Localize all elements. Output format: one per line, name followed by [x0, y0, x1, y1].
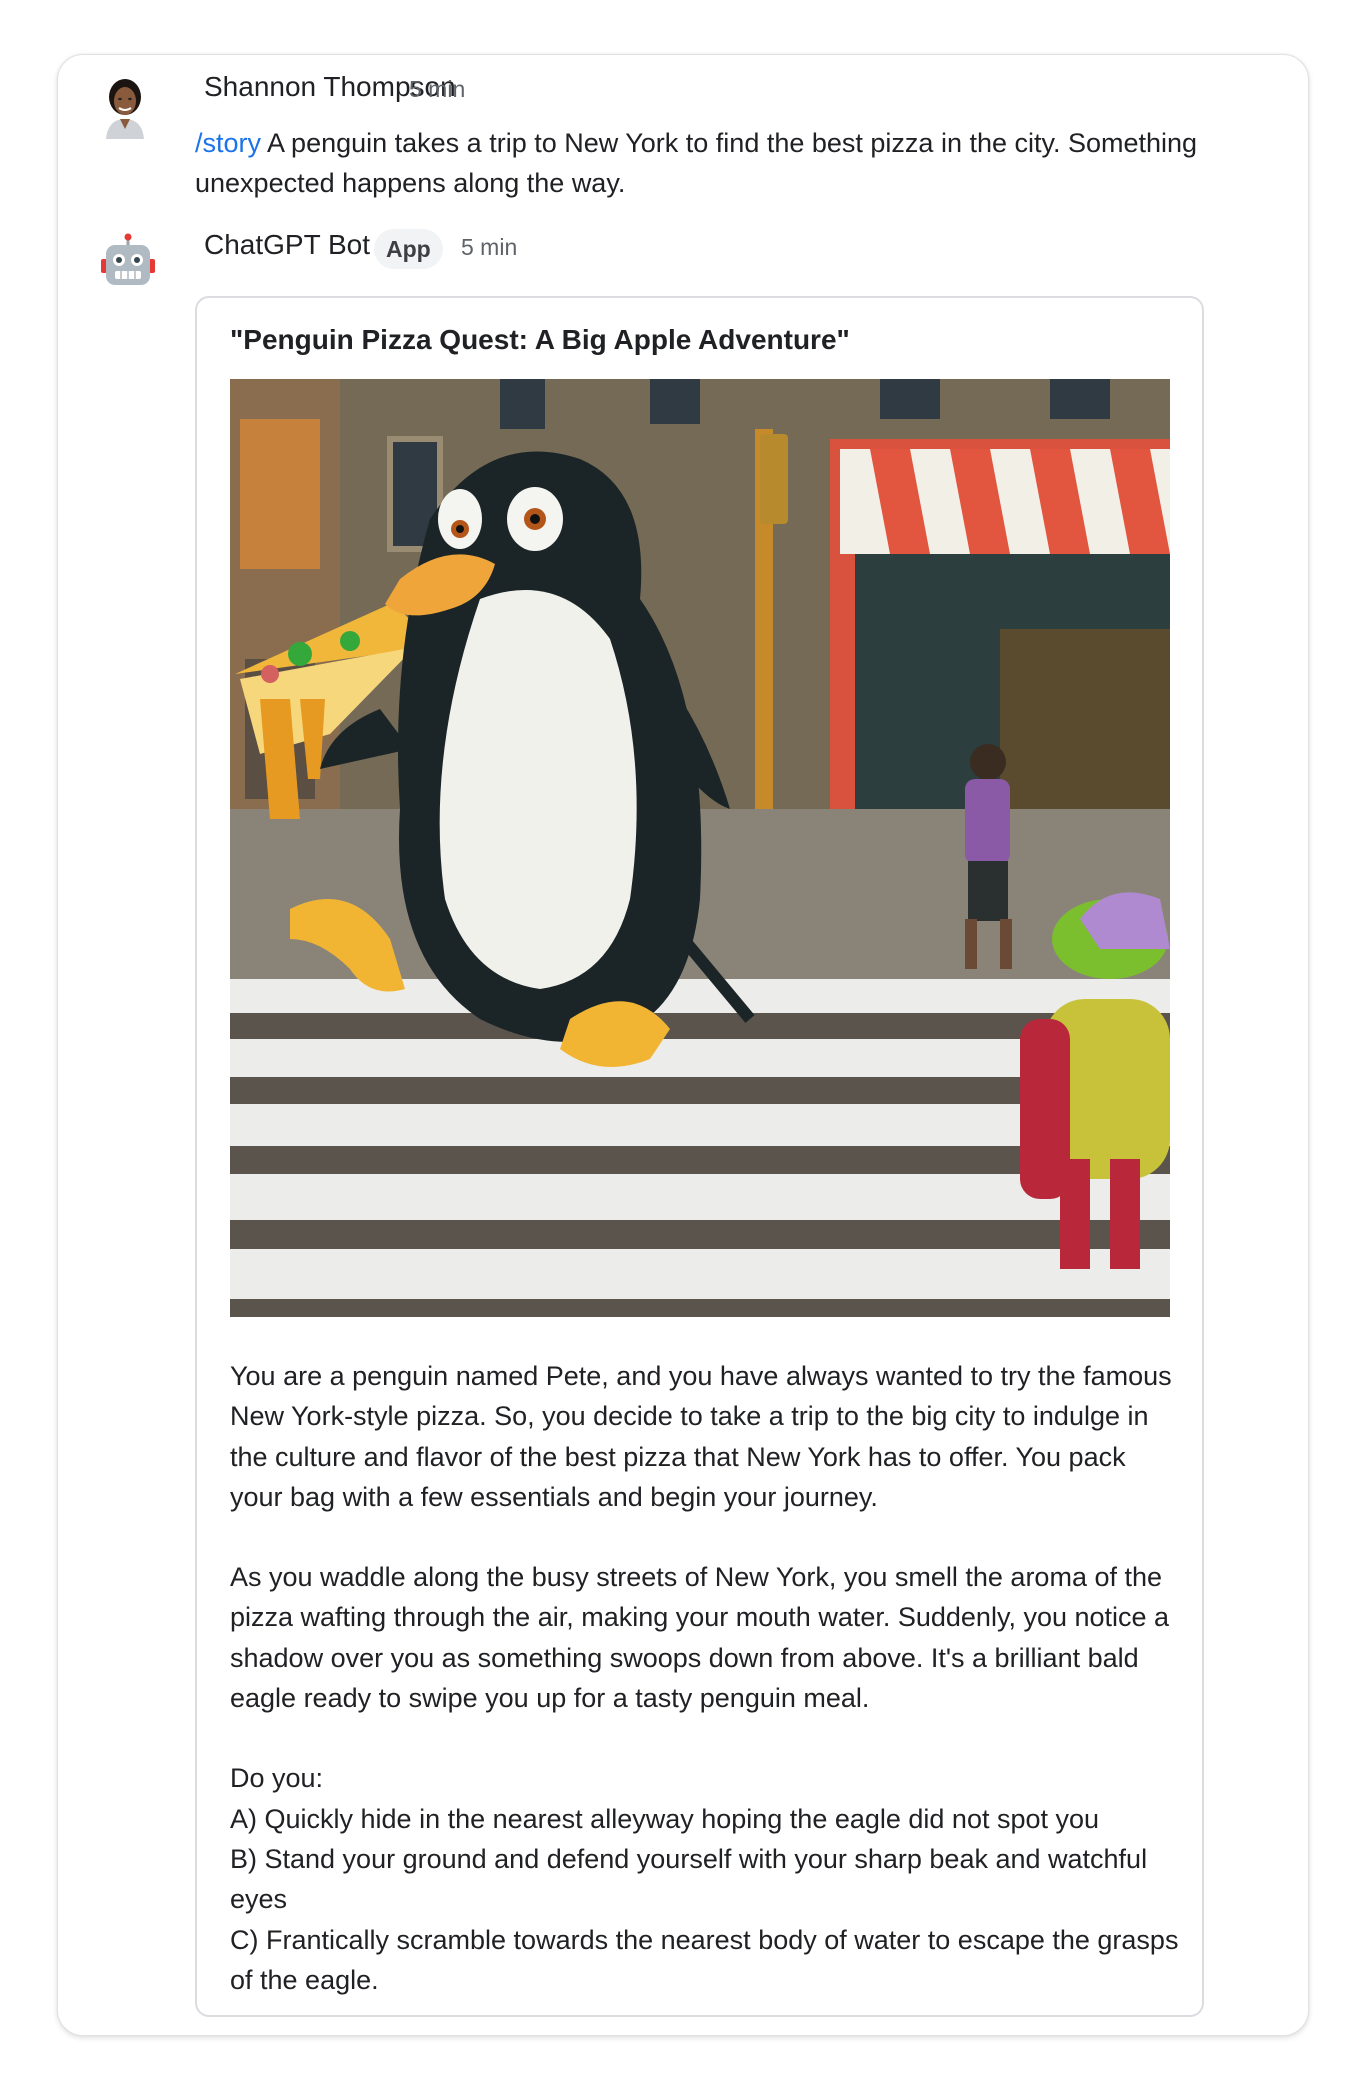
- user-message-text: /story A penguin takes a trip to New Yor…: [195, 123, 1285, 203]
- story-option-b: B) Stand your ground and defend yourself…: [230, 1843, 1148, 1915]
- user-avatar[interactable]: [100, 77, 150, 139]
- bot-name[interactable]: ChatGPT Bot: [204, 229, 370, 261]
- story-paragraph-2: As you waddle along the busy streets of …: [230, 1562, 1170, 1714]
- story-text: You are a penguin named Pete, and you ha…: [230, 1356, 1180, 2000]
- user-message-body: A penguin takes a trip to New York to fi…: [195, 128, 1198, 198]
- story-illustration[interactable]: [230, 379, 1170, 1317]
- robot-icon[interactable]: [98, 233, 158, 293]
- story-title: "Penguin Pizza Quest: A Big Apple Advent…: [230, 324, 850, 355]
- story-prompt: Do you:: [230, 1763, 324, 1794]
- story-option-a: A) Quickly hide in the nearest alleyway …: [230, 1803, 1100, 1834]
- chat-thread: Shannon Thompson 5 min /story A penguin …: [57, 54, 1309, 2036]
- bot-message-time: 5 min: [461, 234, 518, 260]
- slash-command: /story: [195, 128, 262, 158]
- story-option-c: C) Frantically scramble towards the near…: [230, 1924, 1179, 1995]
- app-badge: App: [374, 229, 443, 269]
- user-message-time: 5 min: [409, 76, 466, 102]
- story-paragraph-1: You are a penguin named Pete, and you ha…: [230, 1361, 1172, 1512]
- story-card: "Penguin Pizza Quest: A Big Apple Advent…: [195, 296, 1204, 2017]
